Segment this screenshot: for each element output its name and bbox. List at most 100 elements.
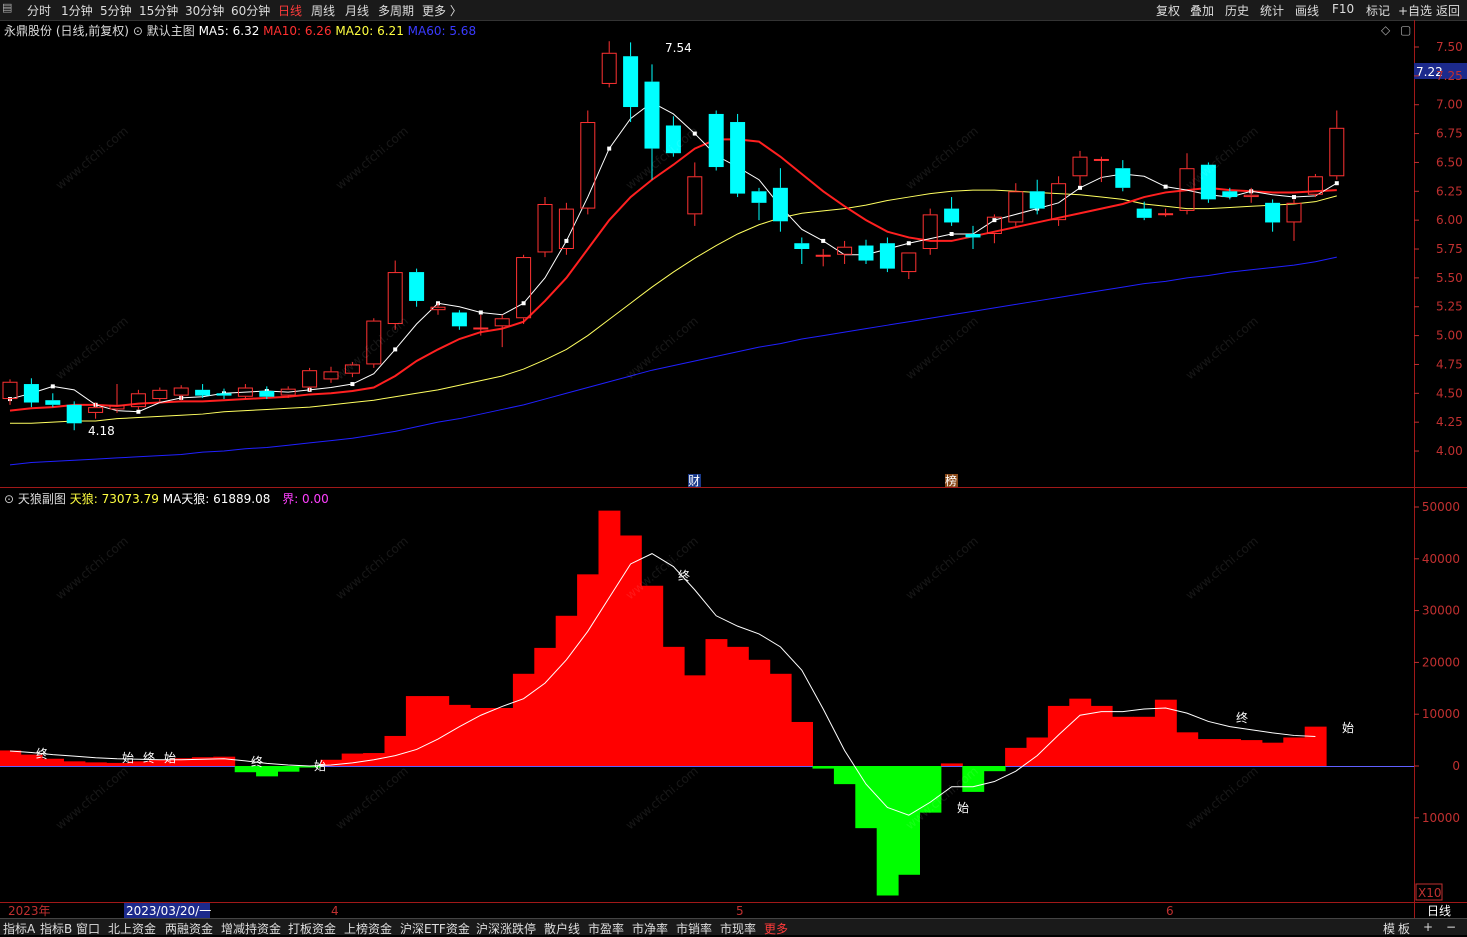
price-tick-label: 4.50 [1436,386,1463,400]
indicator-tab[interactable]: 市净率 [632,920,668,937]
ma5-marker [136,409,141,414]
candle-body [965,233,981,238]
sub-title[interactable]: 天狼副图 [18,492,66,506]
indicator-tab[interactable]: 增减持资金 [221,920,281,937]
toolbar-menu-icon[interactable]: ▤ [2,1,12,14]
f10-button[interactable]: F10 [1332,2,1354,16]
price-tick-label: 6.75 [1436,127,1463,141]
candle-body [494,318,510,327]
fuquan-button[interactable]: 复权 [1156,2,1180,19]
indicator-tab[interactable]: 沪深ETF资金 [400,920,470,937]
candle-up [537,197,553,258]
indicator-tab[interactable]: 沪深涨跌停 [476,920,536,937]
tianlang-bar [705,639,728,766]
ma5-marker [1078,185,1082,190]
bottom-control[interactable]: + [1423,920,1433,934]
indicator-tab[interactable]: 散户线 [544,920,580,937]
sub-tick-label: 20000 [1422,655,1460,669]
candle-down [1136,201,1152,221]
bottom-control[interactable]: − [1446,920,1456,934]
period-tab-1min[interactable]: 1分钟 [61,2,93,19]
month-label-5: 5 [736,904,744,918]
back-button[interactable]: 返回 [1436,2,1460,19]
period-tab-30min[interactable]: 30分钟 [185,2,224,19]
diamond-icon[interactable]: ◇ [1381,23,1391,37]
add-watchlist-button[interactable]: +自选 [1398,2,1432,19]
tianlang-value: 天狼: 73073.79 [69,492,159,506]
candle-body [944,208,960,223]
bottom-control[interactable]: 板 [1398,920,1410,937]
watermark-text: www.cfchi.com [53,314,131,383]
tianlang-bar [427,696,450,766]
indicator-tab[interactable]: 北上资金 [108,920,156,937]
candle-body [152,389,168,400]
watermark-text: www.cfchi.com [1183,764,1261,833]
tianlang-bar [277,766,300,772]
indicator-tab[interactable]: 打板资金 [288,920,336,937]
candle-up [88,402,104,419]
indicator-tab[interactable]: 窗口 [76,920,100,937]
candle-body [1158,213,1174,216]
indicator-tab[interactable]: 指标A [3,920,35,937]
cai-badge[interactable] [688,474,701,487]
indicator-tab[interactable]: 更多 [764,920,788,937]
draw-button[interactable]: 画线 [1295,2,1319,19]
jie-value: 界: 0.00 [282,492,329,506]
watermark-text: www.cfchi.com [903,124,981,193]
indicator-tab[interactable]: 市销率 [676,920,712,937]
period-tab-60min[interactable]: 60分钟 [231,2,270,19]
candle-up [323,366,339,383]
candle-up [1158,208,1174,217]
ma5-marker [1292,195,1296,200]
indicator-tab[interactable]: 指标B [40,920,72,937]
period-tab-monthly[interactable]: 月线 [345,2,369,19]
tianlang-bar [876,766,899,896]
candle-body [986,216,1002,234]
tianlang-bar [1283,737,1306,766]
indicator-tabs: 指标A 指标B 窗口 北上资金 两融资金 增减持资金 打板资金 上榜资金 沪深ETF资金 沪深涨跌… [0,918,1467,937]
history-button[interactable]: 历史 [1225,2,1249,19]
indicator-tab[interactable]: 上榜资金 [344,920,392,937]
tianlang-bar [1261,742,1284,766]
ma5-marker [393,347,398,352]
tianlang-bar [1047,705,1070,766]
sub-collapse-icon[interactable]: ⊙ [4,492,14,506]
template-name[interactable]: 默认主图 [147,24,195,38]
indicator-tab[interactable]: 市现率 [720,920,756,937]
candle-up [302,367,318,391]
tianlang-bar [470,707,492,766]
candle-up [494,314,510,348]
candle-body [858,245,874,261]
ma-tianlang-line [9,553,1316,816]
candle-body [130,393,146,408]
bottom-control[interactable]: 模 [1383,920,1395,937]
tianlang-bar [191,757,214,766]
tianlang-bar [555,615,578,766]
legend-collapse-icon[interactable]: ⊙ [133,24,143,38]
scroll-up-icon[interactable]: ▢ [1400,23,1411,37]
overlay-button[interactable]: 叠加 [1190,2,1214,19]
candle-body [88,407,104,413]
indicator-tab[interactable]: 两融资金 [165,920,213,937]
stats-button[interactable]: 统计 [1260,2,1284,19]
candle-down [944,197,960,226]
candle-down [1265,199,1281,232]
period-tab-5min[interactable]: 5分钟 [100,2,132,19]
bang-badge[interactable] [945,474,958,487]
tianlang-bar [855,766,878,829]
tianlang-bar [0,750,22,766]
kline-chart[interactable]: 7.22 ◇ ▢ 7.50 7.25 7.00 6.75 6.50 6.25 6.00 5.7… [0,0,1467,934]
period-tab-daily[interactable]: 日线 [278,2,302,19]
mark-button[interactable]: 标记 [1366,2,1390,19]
period-tab-weekly[interactable]: 周线 [311,2,335,19]
period-tab-more[interactable]: 更多 〉 [422,2,462,19]
sub-tick-label: 40000 [1422,552,1460,566]
indicator-tab[interactable]: 市盈率 [588,920,624,937]
period-tab-fenshi[interactable]: 分时 [27,2,51,19]
tianlang-bar [42,758,64,766]
price-tick-label: 5.75 [1436,242,1463,256]
period-tab-15min[interactable]: 15分钟 [139,2,178,19]
period-tab-multi[interactable]: 多周期 [378,2,414,19]
signal-label: 始 [314,759,326,773]
candle-up [837,240,853,265]
